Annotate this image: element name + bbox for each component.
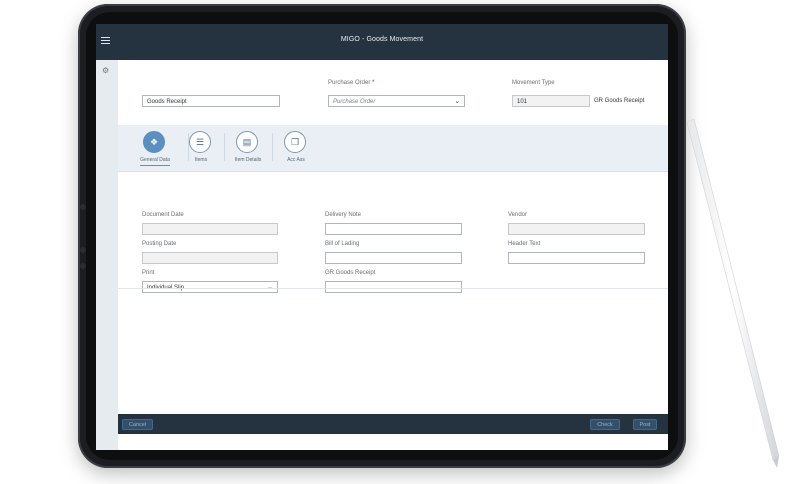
- check-button[interactable]: Check: [590, 419, 620, 430]
- app-screen: MIGO - Goods Movement ⚙ Goods Receipt Pu…: [96, 24, 668, 450]
- active-tab-indicator: [140, 165, 170, 166]
- tab-items[interactable]: ☰ Items: [178, 131, 224, 167]
- bill-of-lading-input[interactable]: [325, 252, 462, 264]
- shell-bar: MIGO - Goods Movement: [96, 24, 668, 60]
- document-date-input[interactable]: [142, 223, 278, 235]
- side-button: [80, 204, 86, 210]
- side-button: [80, 263, 86, 269]
- action-select[interactable]: Goods Receipt: [142, 95, 280, 107]
- cancel-button[interactable]: Cancel: [122, 419, 153, 430]
- side-button: [80, 247, 86, 253]
- tab-general-data[interactable]: ❖ General Data: [132, 131, 178, 167]
- purchase-order-input[interactable]: Purchase Order ⌄: [328, 95, 465, 107]
- tab-label: Item Details: [234, 157, 262, 163]
- cube-icon: ❖: [143, 131, 165, 153]
- posting-date-input[interactable]: [142, 252, 278, 264]
- delivery-note-label: Delivery Note: [325, 212, 362, 218]
- tab-acc-ass[interactable]: ❐ Acc Ass: [273, 131, 319, 167]
- post-button[interactable]: Post: [633, 419, 657, 430]
- delivery-note-input[interactable]: [325, 223, 462, 235]
- tab-label: General Data: [140, 157, 170, 163]
- posting-date-label: Posting Date: [142, 241, 177, 247]
- settings-gear-icon[interactable]: ⚙: [102, 66, 109, 75]
- header-text-label: Header Text: [508, 241, 541, 247]
- section-divider: [118, 288, 668, 289]
- documents-icon: ❐: [284, 131, 306, 153]
- clipboard-icon: ▤: [236, 131, 258, 153]
- tab-item-details[interactable]: ▤ Item Details: [225, 131, 271, 167]
- bill-of-lading-label: Bill of Lading: [325, 241, 360, 247]
- bottom-strip: [118, 434, 668, 450]
- side-rail: ⚙: [96, 60, 119, 450]
- print-select[interactable]: Individual Slip ⌄: [142, 281, 278, 293]
- print-label: Print: [142, 270, 155, 276]
- footer-toolbar: Cancel Check Post: [118, 414, 668, 434]
- gr-goods-receipt-input[interactable]: [325, 281, 462, 293]
- movement-type-input[interactable]: 101: [512, 95, 590, 107]
- tab-strip: ❖ General Data ☰ Items ▤ Item Details ❐ …: [118, 125, 668, 172]
- app-title: MIGO - Goods Movement: [340, 36, 424, 43]
- list-icon: ☰: [189, 131, 211, 153]
- header-text-input[interactable]: [508, 252, 645, 264]
- purchase-order-label: Purchase Order *: [328, 80, 375, 86]
- chevron-down-icon[interactable]: ⌄: [454, 96, 460, 108]
- vendor-input[interactable]: [508, 223, 645, 235]
- movement-type-text: GR Goods Receipt: [594, 98, 645, 104]
- movement-type-label: Movement Type: [512, 80, 555, 86]
- gr-goods-receipt-label: GR Goods Receipt: [325, 270, 376, 276]
- tab-label: Items: [194, 157, 208, 163]
- vendor-label: Vendor: [508, 212, 528, 218]
- tab-label: Acc Ass: [287, 157, 305, 163]
- main-content: Goods Receipt Purchase Order * Purchase …: [118, 60, 668, 414]
- document-date-label: Document Date: [142, 212, 184, 218]
- required-mark: *: [372, 80, 375, 86]
- purchase-order-placeholder: Purchase Order: [333, 99, 376, 105]
